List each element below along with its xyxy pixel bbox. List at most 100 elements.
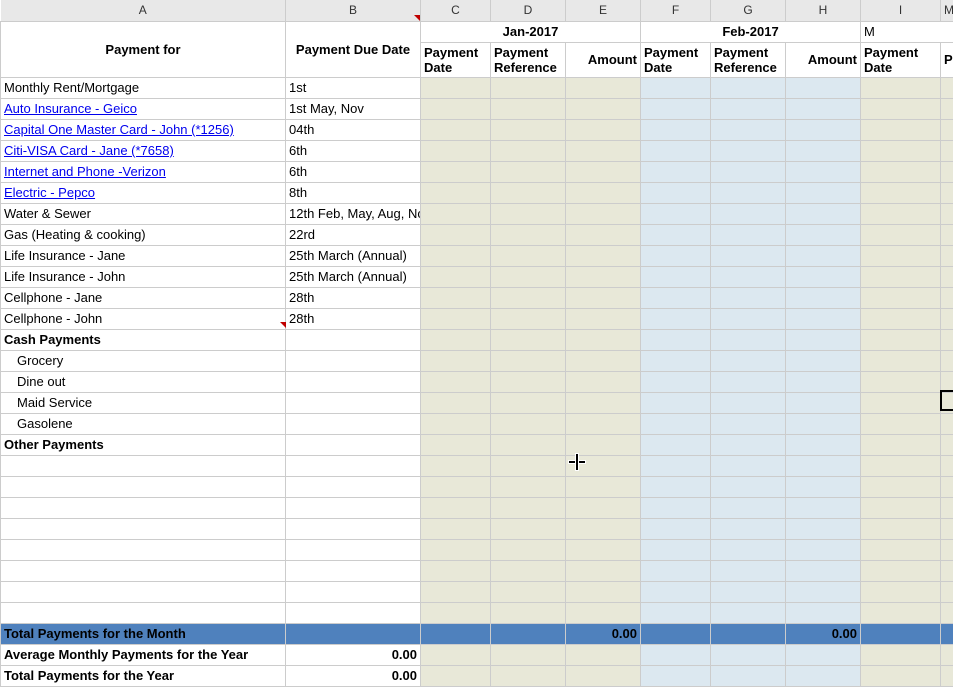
- cell[interactable]: [861, 350, 941, 371]
- cell[interactable]: [286, 518, 421, 539]
- section-cash-payments[interactable]: Cash Payments: [1, 329, 286, 350]
- cell[interactable]: [286, 602, 421, 623]
- cell[interactable]: [421, 182, 491, 203]
- cell[interactable]: [566, 371, 641, 392]
- payment-label[interactable]: Life Insurance - John: [1, 266, 286, 287]
- cell[interactable]: [711, 329, 786, 350]
- cell[interactable]: [786, 182, 861, 203]
- year-label[interactable]: Total Payments for the Year: [1, 665, 286, 686]
- cell[interactable]: [711, 560, 786, 581]
- cell[interactable]: [786, 539, 861, 560]
- cell[interactable]: [941, 518, 953, 539]
- payment-label[interactable]: Monthly Rent/Mortgage: [1, 77, 286, 98]
- cell[interactable]: [421, 434, 491, 455]
- payment-label[interactable]: Electric - Pepco: [1, 182, 286, 203]
- cell[interactable]: [491, 518, 566, 539]
- cell[interactable]: [711, 266, 786, 287]
- cell[interactable]: [861, 98, 941, 119]
- cash-item[interactable]: Grocery: [1, 350, 286, 371]
- payment-label[interactable]: Internet and Phone -Verizon: [1, 161, 286, 182]
- cell[interactable]: [491, 581, 566, 602]
- cell[interactable]: [941, 161, 953, 182]
- cell[interactable]: [861, 140, 941, 161]
- cell[interactable]: [641, 497, 711, 518]
- cell[interactable]: [421, 329, 491, 350]
- cell[interactable]: [941, 665, 953, 686]
- cell[interactable]: [641, 476, 711, 497]
- cell[interactable]: [491, 98, 566, 119]
- cell[interactable]: [641, 392, 711, 413]
- cell[interactable]: [641, 434, 711, 455]
- cell[interactable]: [566, 392, 641, 413]
- cell[interactable]: [711, 140, 786, 161]
- cell[interactable]: [711, 308, 786, 329]
- cell[interactable]: [861, 224, 941, 245]
- cell[interactable]: [861, 497, 941, 518]
- cell[interactable]: [286, 476, 421, 497]
- cell[interactable]: [786, 77, 861, 98]
- cell[interactable]: [711, 77, 786, 98]
- cell[interactable]: [421, 224, 491, 245]
- cell[interactable]: [786, 644, 861, 665]
- due-date[interactable]: 04th: [286, 119, 421, 140]
- cell[interactable]: [491, 119, 566, 140]
- cell[interactable]: [421, 119, 491, 140]
- header-payment-due[interactable]: Payment Due Date: [286, 21, 421, 77]
- cell[interactable]: [641, 308, 711, 329]
- cell[interactable]: [491, 434, 566, 455]
- cell[interactable]: [861, 560, 941, 581]
- cell[interactable]: [711, 581, 786, 602]
- cell[interactable]: [566, 161, 641, 182]
- sub-pref-next[interactable]: P: [941, 42, 953, 77]
- cell[interactable]: [566, 413, 641, 434]
- cell[interactable]: [711, 455, 786, 476]
- cell[interactable]: [421, 371, 491, 392]
- cell[interactable]: [286, 455, 421, 476]
- month-header-partial[interactable]: M: [861, 21, 953, 42]
- cell[interactable]: [711, 602, 786, 623]
- cell[interactable]: [786, 98, 861, 119]
- cell[interactable]: [566, 644, 641, 665]
- cell[interactable]: [1, 497, 286, 518]
- cell[interactable]: [641, 602, 711, 623]
- cell[interactable]: [421, 497, 491, 518]
- cell[interactable]: [286, 329, 421, 350]
- cash-item[interactable]: Gasolene: [1, 413, 286, 434]
- cell[interactable]: [566, 245, 641, 266]
- cell[interactable]: [711, 392, 786, 413]
- cell[interactable]: [641, 203, 711, 224]
- cell[interactable]: [641, 518, 711, 539]
- due-date[interactable]: 6th: [286, 140, 421, 161]
- cell[interactable]: [566, 224, 641, 245]
- cell[interactable]: [421, 392, 491, 413]
- due-date[interactable]: 12th Feb, May, Aug, Nov: [286, 203, 421, 224]
- cell[interactable]: [491, 455, 566, 476]
- cell[interactable]: [491, 224, 566, 245]
- payment-label[interactable]: Gas (Heating & cooking): [1, 224, 286, 245]
- total-month-jan[interactable]: 0.00: [566, 623, 641, 644]
- cell[interactable]: [491, 644, 566, 665]
- cell[interactable]: [641, 119, 711, 140]
- due-date[interactable]: 6th: [286, 161, 421, 182]
- cell[interactable]: [941, 602, 953, 623]
- cell[interactable]: [786, 665, 861, 686]
- cell[interactable]: [861, 245, 941, 266]
- cell[interactable]: [941, 392, 953, 413]
- cell[interactable]: [566, 77, 641, 98]
- cell[interactable]: [421, 203, 491, 224]
- cell[interactable]: [421, 140, 491, 161]
- cell[interactable]: [566, 287, 641, 308]
- cell[interactable]: [286, 371, 421, 392]
- cell[interactable]: [861, 308, 941, 329]
- total-month-label[interactable]: Total Payments for the Month: [1, 623, 286, 644]
- cell[interactable]: [786, 560, 861, 581]
- cell[interactable]: [711, 287, 786, 308]
- cell[interactable]: [566, 497, 641, 518]
- cell[interactable]: [711, 476, 786, 497]
- col-header-h[interactable]: H: [786, 0, 861, 21]
- cell[interactable]: [941, 77, 953, 98]
- due-date[interactable]: 28th: [286, 287, 421, 308]
- cell[interactable]: [786, 413, 861, 434]
- cell[interactable]: [711, 518, 786, 539]
- cell[interactable]: [861, 455, 941, 476]
